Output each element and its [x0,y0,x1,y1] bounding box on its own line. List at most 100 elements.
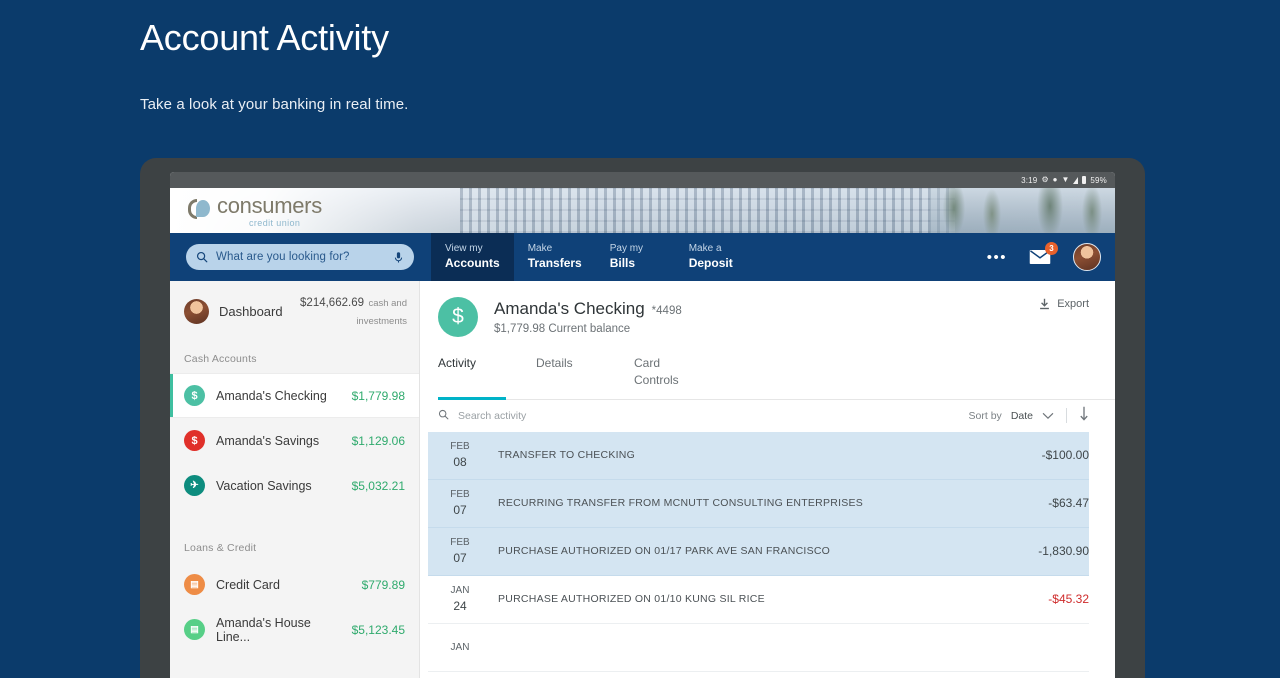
table-row[interactable]: FEB 07 RECURRING TRANSFER FROM MCNUTT CO… [428,479,1089,528]
table-row[interactable]: FEB 08 TRANSFER TO CHECKING -$100.00 [428,431,1089,480]
global-search-input[interactable]: What are you looking for? [186,244,414,270]
account-amount: $779.89 [361,577,405,592]
account-amount: $1,779.98 [351,388,405,403]
transaction-day: 08 [453,454,467,469]
table-row[interactable]: JAN [428,624,1089,672]
transaction-description: TRANSFER TO CHECKING [498,449,636,462]
transaction-month: JAN [450,641,470,653]
dollar-icon: $ [184,430,205,451]
nav-item-deposit-top: Make a [688,243,722,255]
transaction-amount: -$100.00 [1041,448,1089,463]
banner-building-graphic [460,188,955,233]
nav-item-bills-top: Pay my [609,243,644,255]
banner-trees-graphic [930,188,1115,233]
transaction-amount: -1,830.90 [1038,544,1089,559]
consumers-logo-mark-icon [188,197,210,221]
do-not-disturb-icon: ● [1052,175,1058,184]
account-name: Credit Card [216,577,280,592]
nav-item-accounts[interactable]: View my Accounts [431,233,514,281]
sidebar-item-vacation-savings[interactable]: ✈ Vacation Savings $5,032.21 [170,463,419,508]
transaction-description: PURCHASE AUTHORIZED ON 01/17 PARK AVE SA… [498,545,831,558]
status-bar: 3:19 ⚙ ● ▼ 59% [170,172,1115,188]
search-icon [438,407,449,425]
signal-icon [1073,176,1079,184]
export-button[interactable]: Export [1039,298,1089,310]
account-amount: $5,032.21 [351,478,405,493]
account-tabs: Activity Details Card Controls [438,355,1115,400]
chevron-down-icon[interactable] [1042,407,1054,425]
sidebar-item-amandas-checking[interactable]: $ Amanda's Checking $1,779.98 [170,373,419,418]
tab-details[interactable]: Details [536,355,604,400]
tablet-device-frame: 3:19 ⚙ ● ▼ 59% consumers credit union Wh… [140,158,1145,678]
dollar-account-icon: $ [438,297,478,337]
tab-activity[interactable]: Activity [438,355,506,400]
dashboard-total-note: cash and investments [356,298,407,327]
page-title: Account Activity [140,17,389,58]
sort-by-value[interactable]: Date [1011,410,1033,422]
more-options-icon[interactable]: ••• [987,250,1007,265]
brand-logo[interactable]: consumers credit union [188,195,322,228]
brand-name: consumers [217,193,322,218]
search-icon [196,251,208,263]
status-battery-percent: 59% [1090,175,1107,185]
transactions-list: FEB 08 TRANSFER TO CHECKING -$100.00 FEB… [428,431,1115,672]
nav-user-avatar[interactable] [1073,243,1101,271]
account-amount: $5,123.45 [351,622,405,637]
transaction-description: PURCHASE AUTHORIZED ON 01/10 KUNG SIL RI… [498,593,765,606]
nav-item-deposit[interactable]: Make a Deposit [675,233,754,281]
nav-item-transfers-label: Transfers [527,255,582,270]
table-row[interactable]: JAN 24 PURCHASE AUTHORIZED ON 01/10 KUNG… [428,576,1089,624]
activity-search-placeholder: Search activity [458,409,527,422]
sort-descending-arrow-icon[interactable] [1079,406,1089,426]
sort-by-label: Sort by [968,409,1002,422]
credit-card-icon: ▤ [184,619,205,640]
airplane-icon: ✈ [184,475,205,496]
sidebar-section-cash-accounts: Cash Accounts [184,353,257,365]
nav-item-bills[interactable]: Pay my Bills [596,233,675,281]
account-current-balance: $1,779.98 Current balance [494,323,631,335]
sidebar-item-dashboard[interactable]: Dashboard $214,662.69 cash and investmen… [170,281,419,341]
battery-icon [1082,176,1087,184]
nav-item-accounts-top: View my [445,243,483,255]
transaction-date: FEB 08 [438,440,482,470]
transaction-month: FEB [450,489,470,501]
nav-item-bills-label: Bills [609,255,636,270]
sidebar-item-credit-card[interactable]: ▤ Credit Card $779.89 [170,562,419,607]
transaction-date: FEB 07 [438,488,482,518]
transaction-amount: -$45.32 [1048,592,1089,607]
activity-filter-bar: Search activity Sort by Date [438,400,1115,432]
status-time: 3:19 [1021,175,1038,185]
account-name: Vacation Savings [216,478,312,493]
account-name: Amanda's Savings [216,433,320,448]
activity-search-input[interactable]: Search activity [438,407,526,425]
sidebar-section-loans-credit: Loans & Credit [184,542,257,554]
global-search-placeholder: What are you looking for? [216,251,350,263]
transaction-month: JAN [450,585,470,597]
transaction-amount: -$63.47 [1048,496,1089,511]
mail-button[interactable]: 3 [1029,242,1058,265]
divider [1066,408,1067,424]
transaction-date: JAN 24 [438,584,482,614]
wifi-icon: ▼ [1061,175,1070,184]
dollar-icon: $ [184,385,205,406]
sidebar-item-amandas-savings[interactable]: $ Amanda's Savings $1,129.06 [170,418,419,463]
transaction-day: 07 [453,502,467,517]
app-body: Dashboard $214,662.69 cash and investmen… [170,281,1115,678]
tablet-screen: 3:19 ⚙ ● ▼ 59% consumers credit union Wh… [170,172,1115,678]
account-name: Amanda's Checking [216,388,327,403]
table-row[interactable]: FEB 07 PURCHASE AUTHORIZED ON 01/17 PARK… [428,527,1089,576]
account-number-mask: *4498 [651,305,682,317]
nav-item-transfers[interactable]: Make Transfers [514,233,596,281]
nav-item-deposit-label: Deposit [688,255,733,270]
download-icon [1040,298,1050,310]
microphone-icon[interactable] [393,251,404,264]
mail-badge-count: 3 [1045,242,1058,255]
account-title: Amanda's Checking [494,299,645,318]
dashboard-avatar [184,298,209,324]
nav-item-accounts-label: Accounts [445,255,500,270]
transaction-month: FEB [450,537,470,549]
sidebar-item-house-line[interactable]: ▤ Amanda's House Line... $5,123.45 [170,607,419,652]
brand-banner: consumers credit union [170,188,1115,233]
transaction-day: 24 [453,598,467,613]
tab-card-controls[interactable]: Card Controls [634,355,702,400]
